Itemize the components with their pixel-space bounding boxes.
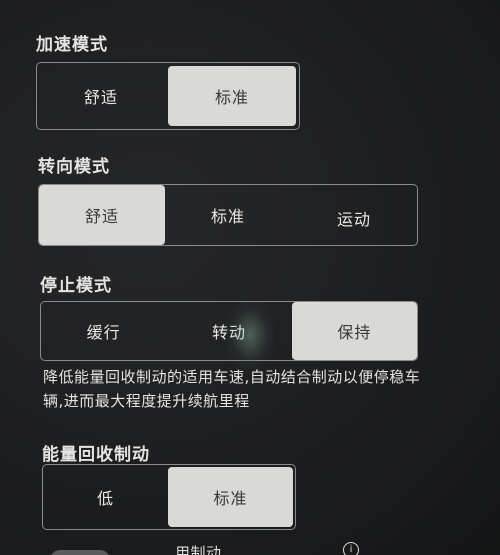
acceleration-option-standard[interactable]: 标准 bbox=[168, 66, 296, 126]
acceleration-mode-title: 加速模式 bbox=[36, 35, 108, 55]
stop-option-roll[interactable]: 转动 bbox=[166, 302, 291, 360]
steering-option-standard[interactable]: 标准 bbox=[165, 185, 291, 245]
bottom-setting-label: 用制动 bbox=[175, 544, 222, 555]
regen-option-low[interactable]: 低 bbox=[43, 465, 168, 529]
regen-braking-selector: 低 标准 bbox=[42, 464, 296, 530]
settings-screen: 加速模式 舒适 标准 转向模式 舒适 标准 运动 停止模式 缓行 转动 保持 降… bbox=[0, 0, 500, 555]
acceleration-mode-selector: 舒适 标准 bbox=[36, 62, 300, 130]
acceleration-option-comfort[interactable]: 舒适 bbox=[37, 63, 165, 129]
regen-braking-title: 能量回收制动 bbox=[42, 445, 150, 465]
regen-option-standard[interactable]: 标准 bbox=[168, 467, 293, 527]
stop-mode-selector: 缓行 转动 保持 bbox=[40, 301, 418, 361]
steering-mode-selector: 舒适 标准 运动 bbox=[38, 184, 418, 246]
stop-mode-description: 降低能量回收制动的适用车速,自动结合制动以便停稳车辆,进而最大程度提升续航里程 bbox=[43, 368, 421, 410]
bottom-setting-row: 用制动 i bbox=[40, 538, 480, 555]
steering-mode-title: 转向模式 bbox=[38, 157, 110, 177]
stop-mode-title: 停止模式 bbox=[40, 276, 112, 296]
stop-option-hold[interactable]: 保持 bbox=[291, 302, 417, 360]
bottom-toggle[interactable] bbox=[50, 550, 110, 555]
stop-option-creep[interactable]: 缓行 bbox=[41, 302, 166, 360]
info-icon[interactable]: i bbox=[343, 542, 359, 555]
steering-option-comfort[interactable]: 舒适 bbox=[39, 185, 165, 245]
steering-option-sport[interactable]: 运动 bbox=[291, 185, 417, 245]
